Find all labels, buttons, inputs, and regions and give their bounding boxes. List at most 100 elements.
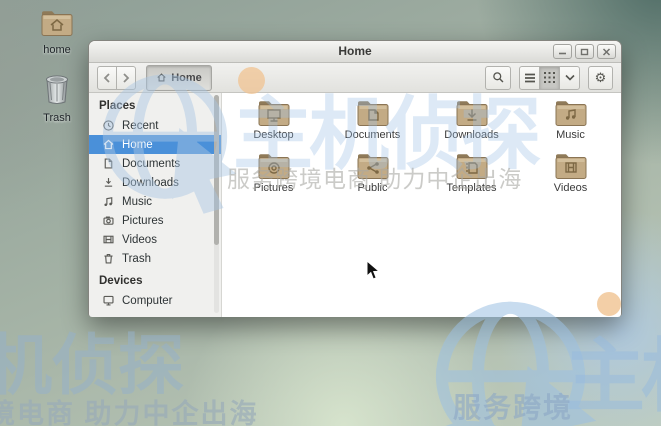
- toolbar: Home ⚙: [89, 63, 621, 93]
- close-button[interactable]: [597, 44, 616, 59]
- scrollbar-thumb[interactable]: [214, 95, 219, 245]
- document-icon: [104, 158, 113, 169]
- sidebar-item-trash[interactable]: Trash: [89, 249, 221, 268]
- sidebar-item-label: Videos: [122, 233, 157, 246]
- download-icon: [104, 178, 113, 187]
- devices-header: Devices: [99, 275, 143, 287]
- watermark-brand-text: 机侦探: [0, 328, 184, 402]
- folder-label: Desktop: [253, 129, 294, 141]
- desktop-icon-label: home: [43, 44, 71, 56]
- folder-icon: [456, 154, 487, 179]
- back-button[interactable]: [97, 65, 117, 90]
- video-icon: [103, 235, 114, 244]
- folder-label: Music: [556, 129, 585, 141]
- folder-pictures[interactable]: Pictures: [224, 149, 323, 202]
- sidebar-item-label: Downloads: [122, 176, 179, 189]
- window-controls: [553, 44, 616, 59]
- music-icon: [104, 197, 113, 207]
- desktop-icon-label: Trash: [43, 112, 71, 124]
- sidebar-item-recent[interactable]: Recent: [89, 116, 221, 135]
- folder-desktop[interactable]: Desktop: [224, 96, 323, 149]
- folder-label: Templates: [446, 182, 497, 194]
- desktop-icon-trash[interactable]: Trash: [21, 72, 93, 124]
- trash-icon: [46, 75, 68, 104]
- sidebar-item-videos[interactable]: Videos: [89, 230, 221, 249]
- camera-icon: [103, 216, 114, 225]
- home-icon: [157, 73, 166, 82]
- folder-icon: [555, 154, 586, 179]
- mouse-cursor: [366, 260, 380, 280]
- view-options-dropdown[interactable]: [559, 65, 580, 90]
- chevron-down-icon: [564, 74, 575, 81]
- sidebar-item-label: Recent: [122, 119, 159, 132]
- folder-videos[interactable]: Videos: [521, 149, 620, 202]
- forward-icon: [123, 72, 130, 83]
- sidebar-item-home[interactable]: Home: [89, 135, 221, 154]
- minimize-button[interactable]: [553, 44, 572, 59]
- minimize-icon: [559, 52, 566, 55]
- sidebar-item-documents[interactable]: Documents: [89, 154, 221, 173]
- folder-downloads[interactable]: Downloads: [422, 96, 521, 149]
- sidebar-item-label: Computer: [122, 294, 173, 307]
- watermark-tagline: 服务跨境: [453, 392, 574, 423]
- gear-icon: ⚙: [594, 69, 607, 85]
- list-view-button[interactable]: [519, 65, 540, 90]
- sidebar-item-pictures[interactable]: Pictures: [89, 211, 221, 230]
- sidebar-item-music[interactable]: Music: [89, 192, 221, 211]
- watermark-tagline: 境电商 助力中企出海: [0, 399, 259, 426]
- folder-label: Downloads: [444, 129, 499, 141]
- sidebar-item-label: Home: [122, 138, 153, 151]
- maximize-icon: [580, 48, 589, 55]
- maximize-button[interactable]: [575, 44, 594, 59]
- path-button-home[interactable]: Home: [146, 64, 212, 91]
- desktop-icon-home[interactable]: home: [21, 8, 93, 56]
- sidebar-item-label: Pictures: [122, 214, 164, 227]
- sidebar-item-label: Documents: [122, 157, 181, 170]
- folder-icon: [357, 101, 388, 126]
- file-manager-window: Home Home ⚙ Places Recent Home Documents…: [88, 40, 622, 317]
- folder-label: Public: [357, 182, 388, 194]
- folder-icon: [258, 154, 289, 179]
- path-button-label: Home: [171, 71, 202, 84]
- grid-view-icon: [544, 72, 555, 83]
- search-button[interactable]: [485, 65, 511, 90]
- back-icon: [103, 72, 110, 83]
- folder-label: Videos: [553, 182, 588, 194]
- folder-music[interactable]: Music: [521, 96, 620, 149]
- sidebar-item-label: Trash: [122, 252, 151, 265]
- sidebar-item-downloads[interactable]: Downloads: [89, 173, 221, 192]
- window-title: Home: [338, 44, 372, 58]
- computer-icon: [103, 295, 114, 306]
- folder-icon: [456, 101, 487, 126]
- grid-view-button[interactable]: [539, 65, 560, 90]
- titlebar[interactable]: Home: [89, 41, 621, 63]
- view-toggle-group: [519, 65, 580, 90]
- sidebar-item-label: Music: [122, 195, 153, 208]
- places-header: Places: [99, 100, 136, 112]
- window-body: Places Recent Home Documents Downloads M…: [89, 93, 621, 317]
- folder-icon: [357, 154, 388, 179]
- trash-icon: [104, 254, 113, 264]
- home-icon: [103, 139, 114, 150]
- folder-documents[interactable]: Documents: [323, 96, 422, 149]
- folder-templates[interactable]: Templates: [422, 149, 521, 202]
- list-view-icon: [524, 73, 535, 82]
- desktop: home Trash Home Home ⚙ Places Recent Hom…: [0, 0, 661, 426]
- watermark-bottom-left: 机侦探 境电商 助力中企出海: [0, 312, 257, 426]
- home-folder-icon: [41, 11, 73, 36]
- folder-label: Documents: [344, 129, 401, 141]
- watermark-brand-text: 主机: [565, 332, 661, 421]
- folder-icon: [258, 101, 289, 126]
- search-icon: [492, 72, 503, 83]
- sidebar-item-computer[interactable]: Computer: [89, 291, 221, 310]
- forward-button[interactable]: [116, 65, 136, 90]
- nav-group: [97, 65, 136, 90]
- folder-public[interactable]: Public: [323, 149, 422, 202]
- recent-icon: [103, 120, 114, 131]
- close-icon: [602, 47, 611, 56]
- folder-grid: Desktop Documents Downloads Music Pictur…: [222, 93, 621, 317]
- settings-button[interactable]: ⚙: [588, 65, 613, 90]
- sidebar: Places Recent Home Documents Downloads M…: [89, 93, 222, 317]
- sidebar-scrollbar[interactable]: [214, 95, 219, 313]
- folder-label: Pictures: [253, 182, 294, 194]
